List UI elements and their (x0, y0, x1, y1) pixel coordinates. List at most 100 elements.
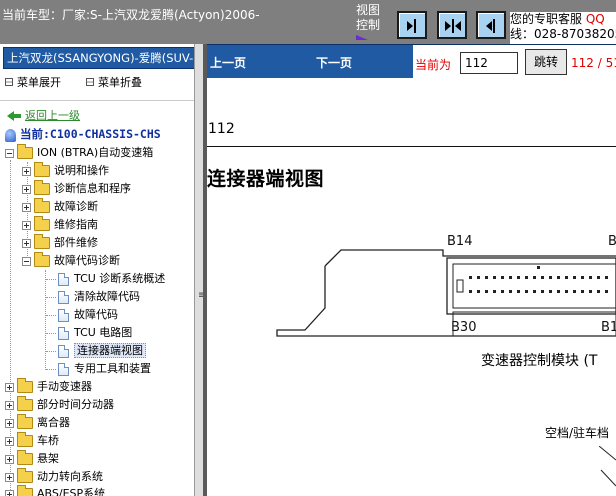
sidebar-divider (0, 100, 194, 101)
tree-item[interactable]: 车桥 (5, 432, 59, 450)
collapse-left-icon (486, 19, 495, 33)
support-text: 您的专职客服 (510, 12, 586, 26)
tree-item[interactable]: 离合器 (5, 414, 70, 432)
collapse-node-icon[interactable] (5, 148, 14, 158)
sidebar-header: 上汽双龙(SSANGYONG)-爱腾(SUV- (3, 47, 194, 69)
tree-item[interactable]: TCU 诊断系统概述 (58, 270, 165, 288)
pin-row-top (469, 276, 608, 279)
folder-icon (17, 450, 33, 465)
tree-guide (46, 297, 56, 298)
customer-service-info: 您的专职客服 QQ 线：028-87038205 (510, 12, 616, 44)
menu-operations: 菜单展开 菜单折叠 (5, 74, 142, 90)
tree-item-selected[interactable]: 连接器端视图 (58, 342, 146, 360)
document-icon (58, 290, 69, 304)
expand-node-icon[interactable] (5, 436, 14, 446)
current-node-label: 当前:C100-CHASSIS-CHS (20, 127, 161, 141)
header-rule (207, 146, 616, 147)
tree-item[interactable]: ION (BTRA)自动变速箱 (5, 144, 153, 162)
expand-node-icon[interactable] (5, 454, 14, 464)
expand-node-icon[interactable] (22, 220, 31, 230)
document-icon (58, 344, 69, 358)
expand-panel-button[interactable] (397, 11, 427, 39)
jump-button[interactable]: 跳转 (525, 49, 567, 75)
qq-link[interactable]: QQ (586, 12, 605, 26)
view-control[interactable]: 视图 控制 (356, 3, 386, 40)
document-icon (58, 272, 69, 286)
tree-item[interactable]: 悬架 (5, 450, 59, 468)
connector-diagram: B14 B B30 B1 (276, 234, 616, 337)
pin-label-b14: B14 (447, 234, 472, 249)
content-toolbar: 上一页 下一页 当前为 跳转 112 / 518 (207, 44, 616, 79)
tree-item-label: 连接器端视图 (74, 343, 146, 358)
tree-item[interactable]: 部分时间分动器 (5, 396, 114, 414)
expand-node-icon[interactable] (22, 166, 31, 176)
connector-body (446, 257, 616, 315)
tree-guide (46, 279, 56, 280)
tree-item-label: TCU 诊断系统概述 (74, 272, 166, 285)
tree-item[interactable]: 故障代码诊断 (22, 252, 120, 270)
tree-item-label: 说明和操作 (54, 164, 109, 177)
expand-node-icon[interactable] (5, 418, 14, 428)
tree-item[interactable]: ABS/ESP系统 (5, 485, 105, 496)
pin-label-bottom-right: B1 (601, 320, 616, 335)
page-jumper: 当前为 跳转 112 / 518 (413, 45, 616, 79)
expand-node-icon[interactable] (5, 489, 14, 496)
connector-latch (452, 311, 616, 337)
view-control-line2: 控制 (356, 18, 381, 32)
view-control-line1: 视图 (356, 3, 381, 17)
pin-row-bottom (469, 290, 608, 293)
side-latch (456, 279, 464, 293)
back-link[interactable]: 返回上一级 (25, 109, 80, 122)
expand-node-icon[interactable] (22, 202, 31, 212)
tree-item[interactable]: 部件维修 (22, 234, 98, 252)
tree-item[interactable]: 专用工具和装置 (58, 360, 151, 378)
expand-node-icon[interactable] (5, 382, 14, 392)
document-icon (58, 326, 69, 340)
split-view-button[interactable] (437, 11, 467, 39)
key-pin (537, 266, 540, 269)
expand-node-icon[interactable] (22, 238, 31, 248)
tree-item[interactable]: 清除故障代码 (58, 288, 140, 306)
expand-node-icon[interactable] (5, 472, 14, 482)
diagram-sub-label: 空档/驻车档 (545, 426, 610, 440)
collapse-panel-button[interactable] (476, 11, 506, 39)
tree-item[interactable]: 动力转向系统 (5, 468, 103, 486)
tree-item-label: 故障代码 (74, 308, 118, 321)
next-page-button[interactable]: 下一页 (316, 54, 352, 71)
folder-icon (17, 378, 33, 393)
tree-item-label: 清除故障代码 (74, 290, 140, 303)
collapse-menu-button[interactable]: 菜单折叠 (98, 74, 142, 90)
expand-menu-icon (5, 78, 13, 86)
expand-node-icon[interactable] (22, 184, 31, 194)
tree-item[interactable]: 维修指南 (22, 216, 98, 234)
tree-item-label: 车桥 (37, 434, 59, 447)
document-icon (58, 308, 69, 322)
folder-icon (34, 216, 50, 231)
tree-item-label: 动力转向系统 (37, 470, 103, 483)
folder-open-icon (34, 252, 50, 267)
expand-node-icon[interactable] (5, 400, 14, 410)
tree-item[interactable]: 故障代码 (58, 306, 118, 324)
tree-item-label: 悬架 (37, 452, 59, 465)
collapse-node-icon[interactable] (22, 256, 31, 266)
tree-guide (46, 369, 56, 370)
tree-item[interactable]: 故障诊断 (22, 198, 98, 216)
vehicle-info: 当前车型：厂家:S-上汽双龙爱腾(Actyon)2006- (2, 8, 260, 22)
folder-icon (34, 162, 50, 177)
folder-icon (17, 396, 33, 411)
page-number-input[interactable] (460, 52, 518, 74)
document-icon (58, 362, 69, 376)
tree-item-label: 专用工具和装置 (74, 362, 151, 375)
tree-item[interactable]: TCU 电路图 (58, 324, 132, 342)
tree-item-label: 诊断信息和程序 (54, 182, 131, 195)
back-row[interactable]: 返回上一级 (7, 107, 80, 125)
expand-menu-button[interactable]: 菜单展开 (17, 74, 61, 90)
tree-item[interactable]: 诊断信息和程序 (22, 180, 131, 198)
prev-page-button[interactable]: 上一页 (210, 54, 246, 71)
document-page-number: 112 (208, 121, 235, 137)
tree-item-label: 部分时间分动器 (37, 398, 114, 411)
tree-item[interactable]: 手动变速器 (5, 378, 92, 396)
current-location-icon (5, 128, 16, 142)
tree-item[interactable]: 说明和操作 (22, 162, 109, 180)
tree-guide (46, 333, 56, 334)
